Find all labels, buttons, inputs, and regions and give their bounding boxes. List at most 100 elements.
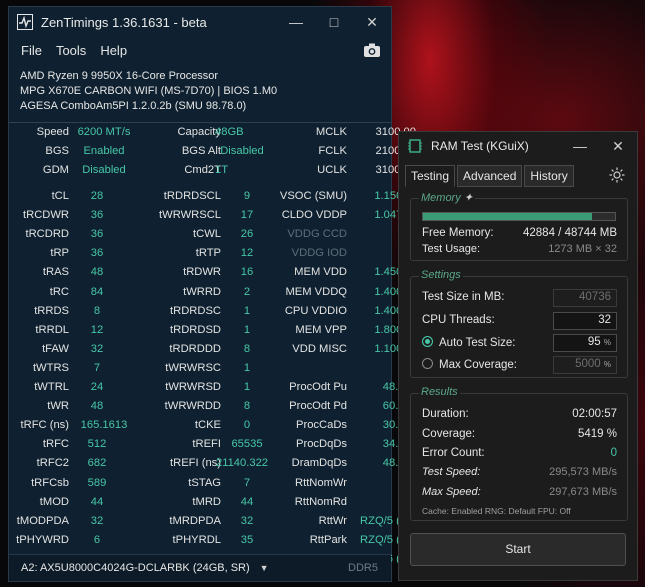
window-title: ZenTimings 1.36.1631 - beta: [41, 14, 207, 30]
timing-label: tCL: [51, 190, 69, 202]
results-footer: Cache: Enabled RNG: Default FPU: Off: [422, 506, 571, 516]
zentimings-logo-icon: [17, 14, 33, 30]
timing-value: 48: [90, 266, 104, 279]
cpu-threads-input[interactable]: 32: [553, 312, 617, 330]
timing-row: tPHYWRD 6 tPHYRDL 35 RttPark RZQ/5 (48): [9, 531, 416, 550]
timing-label: Capacity: [177, 126, 221, 138]
timing-label: tRRDS: [34, 304, 69, 317]
tab-history[interactable]: History: [524, 165, 574, 187]
timing-label: tMODPDA: [16, 514, 69, 527]
test-speed-row: Test Speed: 295,573 MB/s: [422, 466, 617, 478]
timing-label: tRTP: [195, 247, 221, 260]
timing-row: tRAS 48 tRDWR 16 MEM VDD 1.4500V: [9, 263, 416, 282]
timing-label: tWRWRSC: [165, 361, 221, 374]
timing-label: Cmd2T: [184, 164, 221, 176]
timing-row: tRRDL 12 tRDRDSD 1 MEM VPP 1.8000V: [9, 321, 416, 340]
duration-label: Duration:: [422, 408, 469, 420]
timing-value: 682: [87, 457, 107, 470]
menu-help[interactable]: Help: [100, 43, 127, 58]
test-size-input[interactable]: 40736: [553, 289, 617, 307]
timing-value: 32: [90, 342, 104, 355]
timing-row: tRFC512tREFI65535ProcDqDs34.3 Ω: [9, 435, 416, 454]
timing-label: tRDWR: [183, 266, 221, 279]
screenshot-camera-icon[interactable]: [363, 42, 381, 58]
error-count-label: Error Count:: [422, 447, 485, 459]
close-icon[interactable]: ✕: [599, 138, 637, 155]
ramtest-window: RAM Test (KGuiX) — ✕ Testing Advanced Hi…: [398, 131, 638, 581]
timing-row: tWTRL24tWRWRSD1ProcOdt Pu48.0 Ω: [9, 378, 416, 397]
free-memory-row: Free Memory: 42884 / 48744 MB: [422, 227, 617, 239]
timing-value: Disabled: [82, 164, 126, 176]
tab-advanced[interactable]: Advanced: [457, 165, 523, 187]
timing-value: Enabled: [83, 145, 125, 157]
max-coverage-row: Max Coverage: 5000 %: [422, 356, 617, 374]
results-group: Results Duration: 02:00:57 Coverage: 541…: [410, 386, 628, 521]
timing-label: tWRRD: [183, 285, 221, 298]
timing-label: tRDRDDD: [169, 342, 221, 355]
timing-label: tRCDWR: [23, 209, 69, 222]
timing-value: 24: [90, 381, 104, 393]
minimize-icon[interactable]: —: [561, 138, 599, 154]
max-coverage-input[interactable]: 5000 %: [553, 356, 617, 374]
timing-label: tSTAG: [188, 476, 221, 489]
timing-row: GDM Disabled Cmd2T 1T UCLK 3100.00: [9, 161, 416, 180]
timing-label: tRRDL: [35, 323, 69, 336]
maximize-icon[interactable]: □: [315, 14, 353, 30]
timing-label: tRC: [49, 285, 69, 298]
cpu-threads-label: CPU Threads:: [422, 314, 495, 326]
menu-bar: File Tools Help: [9, 37, 391, 63]
minimize-icon[interactable]: —: [277, 14, 315, 30]
timing-row: tRP36tRTP12VDDG IODN/A: [9, 244, 416, 263]
dimm-selector[interactable]: A2: AX5U8000C4024G-DCLARBK (24GB, SR): [21, 562, 250, 574]
timing-row: tRRDS 8 tRDRDSC 1 CPU VDDIO 1.4000V: [9, 302, 416, 321]
timing-label: BGS: [45, 145, 69, 157]
theme-sun-icon[interactable]: [609, 167, 625, 183]
timing-value: 6200 MT/s: [77, 126, 131, 138]
start-button[interactable]: Start: [410, 533, 626, 566]
tab-testing[interactable]: Testing: [405, 165, 456, 187]
max-coverage-radio[interactable]: [422, 358, 433, 369]
menu-file[interactable]: File: [21, 43, 42, 58]
timing-label: tRFC: [42, 438, 69, 451]
timing-row: tRFC (ns)165.1613tCKE0ProcCaDs30.0 Ω: [9, 416, 416, 435]
close-icon[interactable]: ✕: [353, 14, 391, 31]
test-usage-label: Test Usage:: [422, 243, 481, 255]
menu-tools[interactable]: Tools: [56, 43, 86, 58]
timing-row: tFAW 32 tRDRDDD 8 VDD MISC 1.1000V: [9, 340, 416, 359]
zentimings-titlebar[interactable]: ZenTimings 1.36.1631 - beta — □ ✕: [9, 7, 391, 37]
ram-chip-icon: [408, 139, 422, 153]
ramtest-titlebar[interactable]: RAM Test (KGuiX) — ✕: [399, 132, 637, 160]
timing-label: tRFCsb: [31, 476, 69, 489]
memory-group-title: Memory ✦: [419, 191, 476, 204]
timing-row: tRCDRD36tCWL26VDDG CCDN/A: [9, 225, 416, 244]
timing-value: 28: [90, 190, 104, 202]
results-group-title: Results: [419, 386, 460, 398]
test-speed-label: Test Speed:: [422, 466, 481, 478]
max-speed-label: Max Speed:: [422, 486, 481, 498]
timing-value: 36: [90, 228, 104, 241]
timing-label: tRCDRD: [25, 228, 69, 241]
timing-label: tWRWRSD: [165, 381, 221, 393]
timing-value: 48: [90, 400, 104, 413]
timing-row: BGS Enabled BGS Alt Disabled FCLK 2100.00: [9, 142, 416, 161]
ddr-type: DDR5: [348, 562, 378, 574]
timing-label: tPHYRDL: [172, 533, 222, 546]
duration-value: 02:00:57: [572, 408, 617, 420]
timing-value: 8: [93, 304, 101, 317]
timing-label: tCKE: [194, 419, 221, 432]
auto-test-size-input[interactable]: 95 %: [553, 334, 617, 352]
timing-label: tMOD: [39, 495, 69, 508]
max-speed-row: Max Speed: 297,673 MB/s: [422, 486, 617, 498]
timing-label: tWTRL: [34, 381, 69, 393]
timing-value: 7: [93, 361, 101, 374]
timing-label: tPHYWRD: [16, 533, 69, 546]
timing-label: tCWL: [193, 228, 221, 241]
duration-row: Duration: 02:00:57: [422, 408, 617, 420]
zentimings-window: ZenTimings 1.36.1631 - beta — □ ✕ File T…: [8, 6, 416, 582]
timing-row: Speed 6200 MT/s Capacity 48GB MCLK 3100.00: [9, 123, 416, 142]
auto-test-size-radio[interactable]: [422, 336, 433, 347]
chevron-down-icon[interactable]: ▼: [260, 563, 269, 573]
system-info: AMD Ryzen 9 9950X 16-Core Processor MPG …: [9, 63, 391, 114]
timing-value: 36: [90, 209, 104, 222]
error-count-value: 0: [610, 447, 617, 459]
